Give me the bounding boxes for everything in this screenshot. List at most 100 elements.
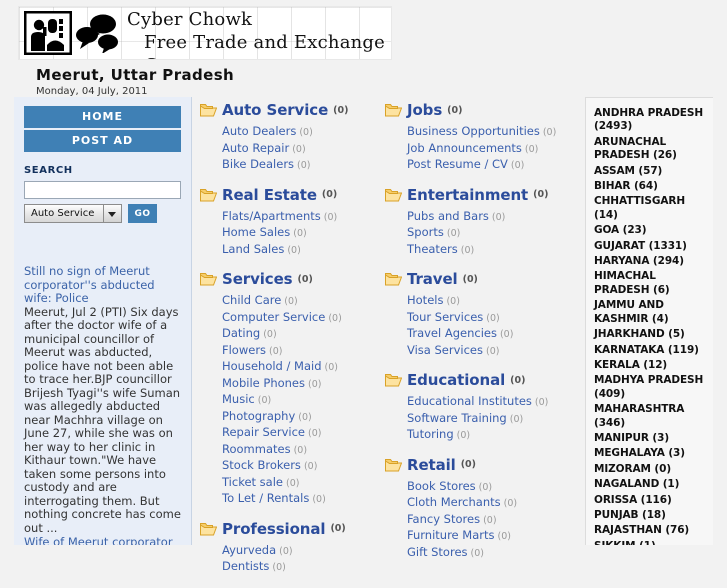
subcategory-link[interactable]: Software Training bbox=[407, 411, 507, 425]
subcategory-link[interactable]: Furniture Marts bbox=[407, 528, 495, 542]
subcategory-link[interactable]: Roommates bbox=[222, 442, 291, 456]
subcategory-link[interactable]: Home Sales bbox=[222, 225, 290, 239]
state-link[interactable]: NAGALAND (1) bbox=[594, 478, 707, 491]
subcategory-link[interactable]: Mobile Phones bbox=[222, 376, 305, 390]
category-header[interactable]: Auto Service (0) bbox=[200, 101, 380, 119]
category-block: Travel (0) Hotels (0) Tour Services (0) Tr… bbox=[385, 270, 575, 359]
state-link[interactable]: RAJASTHAN (76) bbox=[594, 524, 707, 537]
category-header[interactable]: Educational (0) bbox=[385, 371, 575, 389]
subcategory-link[interactable]: Dentists bbox=[222, 559, 269, 573]
state-link[interactable]: MEGHALAYA (3) bbox=[594, 447, 707, 460]
subcategory-link[interactable]: Tour Services bbox=[407, 310, 483, 324]
category-title[interactable]: Travel bbox=[407, 270, 458, 288]
folder-icon bbox=[385, 104, 402, 117]
category-count: (0) bbox=[321, 189, 338, 200]
subcategory-link[interactable]: Business Opportunities bbox=[407, 124, 540, 138]
state-link[interactable]: MADHYA PRADESH (409) bbox=[594, 374, 707, 401]
category-title[interactable]: Retail bbox=[407, 456, 456, 474]
subcategory-link[interactable]: Household / Maid bbox=[222, 359, 322, 373]
subcategory-link[interactable]: Book Stores bbox=[407, 479, 476, 493]
news-headline-link-2[interactable]: Wife of Meerut corporator bbox=[24, 535, 181, 545]
state-link[interactable]: MAHARASHTRA (346) bbox=[594, 403, 707, 430]
state-link[interactable]: KERALA (12) bbox=[594, 359, 707, 372]
subcategory-link[interactable]: Music bbox=[222, 392, 255, 406]
subcategory-link[interactable]: Hotels bbox=[407, 293, 443, 307]
subcategory-link[interactable]: Dating bbox=[222, 326, 260, 340]
list-item: Educational Institutes (0) bbox=[407, 394, 575, 411]
category-header[interactable]: Professional (0) bbox=[200, 520, 380, 538]
state-link[interactable]: HIMACHAL PRADESH (6) bbox=[594, 270, 707, 297]
subcategory-link[interactable]: Bike Dealers bbox=[222, 157, 294, 171]
subcategory-link[interactable]: Flats/Apartments bbox=[222, 209, 321, 223]
state-link[interactable]: ARUNACHAL PRADESH (26) bbox=[594, 136, 707, 163]
state-link[interactable]: GOA (23) bbox=[594, 224, 707, 237]
search-go-button[interactable]: GO bbox=[128, 204, 157, 223]
subcategory-link[interactable]: Child Care bbox=[222, 293, 281, 307]
subcategory-count: (0) bbox=[534, 397, 549, 408]
state-link[interactable]: SIKKIM (1) bbox=[594, 540, 707, 545]
state-link[interactable]: ANDHRA PRADESH (2493) bbox=[594, 107, 707, 134]
subcategory-link[interactable]: Job Announcements bbox=[407, 141, 522, 155]
subcategory-link[interactable]: Stock Brokers bbox=[222, 458, 301, 472]
subcategory-link[interactable]: Travel Agencies bbox=[407, 326, 497, 340]
subcategory-count: (0) bbox=[299, 127, 313, 138]
subcategory-count: (0) bbox=[312, 494, 326, 505]
home-button[interactable]: HOME bbox=[24, 106, 181, 128]
category-header[interactable]: Retail (0) bbox=[385, 456, 575, 474]
state-link[interactable]: ORISSA (116) bbox=[594, 494, 707, 507]
subcategory-link[interactable]: Flowers bbox=[222, 343, 266, 357]
subcategory-link[interactable]: Visa Services bbox=[407, 343, 483, 357]
category-header[interactable]: Real Estate (0) bbox=[200, 186, 380, 204]
page-title: Meerut, Uttar Pradesh bbox=[36, 66, 235, 84]
subcategory-link[interactable]: Computer Service bbox=[222, 310, 325, 324]
category-header[interactable]: Services (0) bbox=[200, 270, 380, 288]
search-input[interactable] bbox=[24, 181, 181, 199]
category-header[interactable]: Jobs (0) bbox=[385, 101, 575, 119]
category-header[interactable]: Entertainment (0) bbox=[385, 186, 575, 204]
state-link[interactable]: MANIPUR (3) bbox=[594, 432, 707, 445]
subcategory-link[interactable]: Photography bbox=[222, 409, 295, 423]
subcategory-link[interactable]: Land Sales bbox=[222, 242, 284, 256]
post-ad-button[interactable]: POST AD bbox=[24, 130, 181, 152]
subcategory-link[interactable]: Tutoring bbox=[407, 427, 454, 441]
state-link[interactable]: PUNJAB (18) bbox=[594, 509, 707, 522]
subcategory-link[interactable]: Pubs and Bars bbox=[407, 209, 489, 223]
subcategory-link[interactable]: To Let / Rentals bbox=[222, 491, 309, 505]
state-link[interactable]: BIHAR (64) bbox=[594, 180, 707, 193]
subcategory-link[interactable]: Educational Institutes bbox=[407, 394, 532, 408]
category-title[interactable]: Entertainment bbox=[407, 186, 528, 204]
category-title[interactable]: Real Estate bbox=[222, 186, 317, 204]
category-select[interactable]: Auto Service bbox=[24, 204, 122, 223]
subcategory-count: (0) bbox=[486, 312, 500, 324]
subcategory-link[interactable]: Post Resume / CV bbox=[407, 157, 508, 171]
category-title[interactable]: Jobs bbox=[407, 101, 442, 119]
subcategory-link[interactable]: Sports bbox=[407, 225, 444, 239]
subcategory-link[interactable]: Ticket sale bbox=[222, 475, 283, 489]
subcategory-link[interactable]: Auto Dealers bbox=[222, 124, 296, 138]
category-title[interactable]: Educational bbox=[407, 371, 505, 389]
state-link[interactable]: JHARKHAND (5) bbox=[594, 328, 707, 341]
category-title[interactable]: Auto Service bbox=[222, 101, 328, 119]
news-headline-link[interactable]: Still no sign of Meerut corporator''s ab… bbox=[24, 264, 181, 306]
category-title[interactable]: Services bbox=[222, 270, 293, 288]
category-title[interactable]: Professional bbox=[222, 520, 326, 538]
subcategory-link[interactable]: Fancy Stores bbox=[407, 512, 480, 526]
state-link[interactable]: HARYANA (294) bbox=[594, 255, 707, 268]
list-item: Auto Dealers (0) bbox=[222, 124, 380, 141]
state-link[interactable]: KARNATAKA (119) bbox=[594, 344, 707, 357]
chevron-down-icon[interactable] bbox=[103, 205, 121, 222]
state-link[interactable]: GUJARAT (1331) bbox=[594, 240, 707, 253]
subcategory-link[interactable]: Theaters bbox=[407, 242, 458, 256]
subcategory-link[interactable]: Cloth Merchants bbox=[407, 495, 501, 509]
state-link[interactable]: CHHATTISGARH (14) bbox=[594, 195, 707, 222]
states-panel: ANDHRA PRADESH (2493) ARUNACHAL PRADESH … bbox=[585, 97, 713, 545]
list-item: Software Training (0) bbox=[407, 411, 575, 428]
state-link[interactable]: MIZORAM (0) bbox=[594, 463, 707, 476]
state-link[interactable]: JAMMU AND KASHMIR (4) bbox=[594, 299, 707, 326]
subcategory-link[interactable]: Repair Service bbox=[222, 425, 305, 439]
category-header[interactable]: Travel (0) bbox=[385, 270, 575, 288]
state-link[interactable]: ASSAM (57) bbox=[594, 165, 707, 178]
subcategory-link[interactable]: Gift Stores bbox=[407, 545, 468, 559]
subcategory-link[interactable]: Auto Repair bbox=[222, 141, 289, 155]
list-item: Job Announcements (0) bbox=[407, 141, 575, 158]
